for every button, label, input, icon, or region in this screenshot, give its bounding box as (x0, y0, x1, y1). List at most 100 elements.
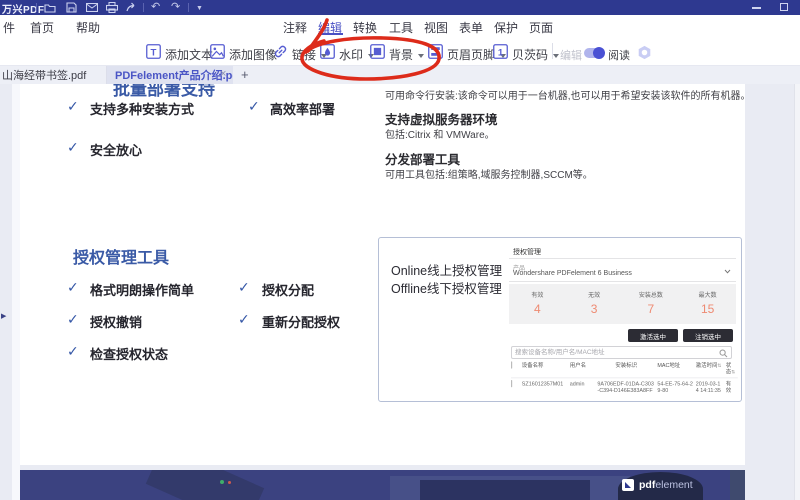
menu-bar: 件 首页 帮助 注释 编辑 转换 工具 视图 表单 保护 页面 (0, 15, 800, 55)
document-viewport: ▶ 批量部署支持 ✓ 支持多种安装方式 ✓ 高效率部署 ✓ 安全放心 可用命令行… (0, 84, 800, 500)
doc-check-item: 格式明朗操作简单 (90, 283, 195, 298)
bates-number-icon: 1 (493, 44, 508, 64)
stat-value: 7 (647, 302, 655, 316)
deactivate-selected-button: 注销选中 (683, 329, 733, 342)
svg-text:T: T (151, 47, 157, 58)
background-icon (370, 44, 385, 64)
check-icon: ✓ (67, 98, 79, 114)
column-header: MAC地址 (657, 362, 681, 368)
bates-number-button[interactable]: 1 贝茨码 (493, 44, 560, 64)
link-icon (273, 44, 288, 64)
menu-form[interactable]: 表单 (459, 19, 483, 36)
left-panel-strip (12, 84, 20, 500)
pdf-page: 批量部署支持 ✓ 支持多种安装方式 ✓ 高效率部署 ✓ 安全放心 可用命令行安装… (20, 84, 745, 465)
doc-check-item: 支持多种安装方式 (90, 102, 195, 117)
minimize-button[interactable] (752, 7, 761, 9)
menu-page[interactable]: 页面 (529, 19, 553, 36)
column-header: 安装标识 (615, 362, 637, 368)
add-text-button[interactable]: T 添加文本 (146, 44, 213, 64)
column-header: 用户名 (569, 362, 587, 368)
background-dropdown-caret[interactable] (418, 54, 425, 58)
collapse-toolbar-icon[interactable]: ▼ (196, 2, 203, 16)
check-icon: ✓ (67, 343, 79, 359)
stat-value: 3 (590, 302, 598, 316)
cell-mac-address: 54-EE-75-64-29-80 (657, 380, 693, 394)
stat-value: 15 (700, 302, 715, 316)
doc-heading-batch-deploy: 批量部署支持 (113, 84, 215, 99)
open-folder-icon[interactable] (44, 2, 56, 13)
app-title: 万兴PDF (2, 5, 45, 16)
doc-check-item: 检查授权状态 (90, 347, 169, 362)
doc-line-offline: Offline线下授权管理 (391, 282, 502, 296)
menu-convert[interactable]: 转换 (353, 19, 377, 36)
product-value: Wondershare PDFelement 6 Business (513, 270, 632, 277)
menu-comment[interactable]: 注释 (283, 19, 307, 36)
undo-icon[interactable]: ↶ (151, 0, 160, 14)
license-stats: 有效 4 无效 3 安装总数 7 最大数 15 (509, 284, 736, 324)
divider (552, 43, 553, 59)
search-input (515, 347, 710, 358)
doc-check-item: 授权分配 (262, 283, 315, 298)
redo-icon[interactable]: ↷ (171, 0, 180, 14)
add-image-icon (210, 44, 225, 64)
tab-close-icon[interactable]: × (220, 68, 226, 80)
tab-pdfelement-intro[interactable]: PDFelement产品介绍.pdf (107, 66, 233, 84)
menu-protect[interactable]: 保护 (494, 19, 518, 36)
check-icon: ✓ (67, 311, 79, 327)
maximize-button[interactable] (780, 3, 788, 11)
svg-text:1: 1 (498, 47, 504, 58)
menu-home[interactable]: 首页 (30, 19, 54, 36)
tab-bar: 山海经带书签.pdf PDFelement产品介绍.pdf × + (0, 66, 800, 84)
check-icon: ✓ (248, 98, 260, 114)
photo-shape (145, 470, 265, 500)
menu-view[interactable]: 视图 (424, 19, 448, 36)
watermark-icon (320, 44, 335, 64)
cell-username: admin (569, 380, 585, 387)
menu-help[interactable]: 帮助 (76, 19, 100, 36)
column-header: 激活时间⇅ (695, 362, 722, 368)
pdfelement-logo-text: pdfelement (639, 479, 693, 491)
panel-title: 授权管理 (513, 249, 541, 256)
checkbox (511, 361, 513, 369)
stat-label: 安装总数 (638, 293, 663, 299)
tab-shanhaijing[interactable]: 山海经带书签.pdf (0, 66, 107, 84)
link-button[interactable]: 链接 (273, 44, 328, 64)
toggle-knob (593, 47, 605, 59)
edit-read-toggle[interactable] (584, 47, 605, 59)
divider (188, 3, 189, 12)
divider (509, 281, 736, 282)
menu-file-partial[interactable]: 件 (3, 19, 15, 36)
column-header: 状态⇅ (725, 362, 736, 375)
activate-selected-button: 激活选中 (628, 329, 678, 342)
chevron-down-icon (724, 269, 731, 276)
check-icon: ✓ (67, 139, 79, 155)
cell-activation-time: 2019-03-14 14:11:35 (695, 380, 721, 394)
share-icon[interactable] (126, 2, 138, 13)
doc-check-item: 授权撤销 (90, 315, 143, 330)
cell-status: 有效 (725, 380, 732, 394)
vertical-scrollbar[interactable] (794, 84, 800, 500)
doc-check-item: 安全放心 (90, 143, 143, 158)
background-button[interactable]: 背景 (370, 44, 425, 64)
watermark-button[interactable]: 水印 (320, 44, 375, 64)
add-image-button[interactable]: 添加图像 (210, 44, 277, 64)
device-search-field (511, 346, 732, 359)
new-tab-button[interactable]: + (241, 67, 249, 82)
license-manager-screenshot: 授权管理 产品 Wondershare PDFelement 6 Busines… (509, 244, 738, 397)
bates-dropdown-caret[interactable] (553, 54, 560, 58)
doc-heading-license-tools: 授权管理工具 (73, 250, 170, 267)
settings-hexagon-icon[interactable] (637, 45, 652, 65)
mail-icon[interactable] (86, 2, 98, 13)
add-text-icon: T (146, 44, 161, 64)
checkbox (511, 379, 513, 387)
print-icon[interactable] (106, 2, 118, 13)
search-icon (719, 349, 728, 360)
stat-label: 无效 (588, 293, 601, 299)
table-row: SZ16012357M01 admin 9A706EDF-01DA-C303-C… (511, 378, 738, 394)
column-header: 设备名称 (521, 362, 544, 368)
doc-paragraph: 可用工具包括:组策略,域服务控制器,SCCM等。 (385, 170, 593, 181)
cell-install-id: 9A706EDF-01DA-C303-C394-D146E383A8FF (597, 380, 654, 394)
menu-tools[interactable]: 工具 (389, 19, 413, 36)
panel-expand-handle[interactable]: ▶ (1, 312, 6, 320)
save-icon[interactable] (65, 2, 77, 13)
